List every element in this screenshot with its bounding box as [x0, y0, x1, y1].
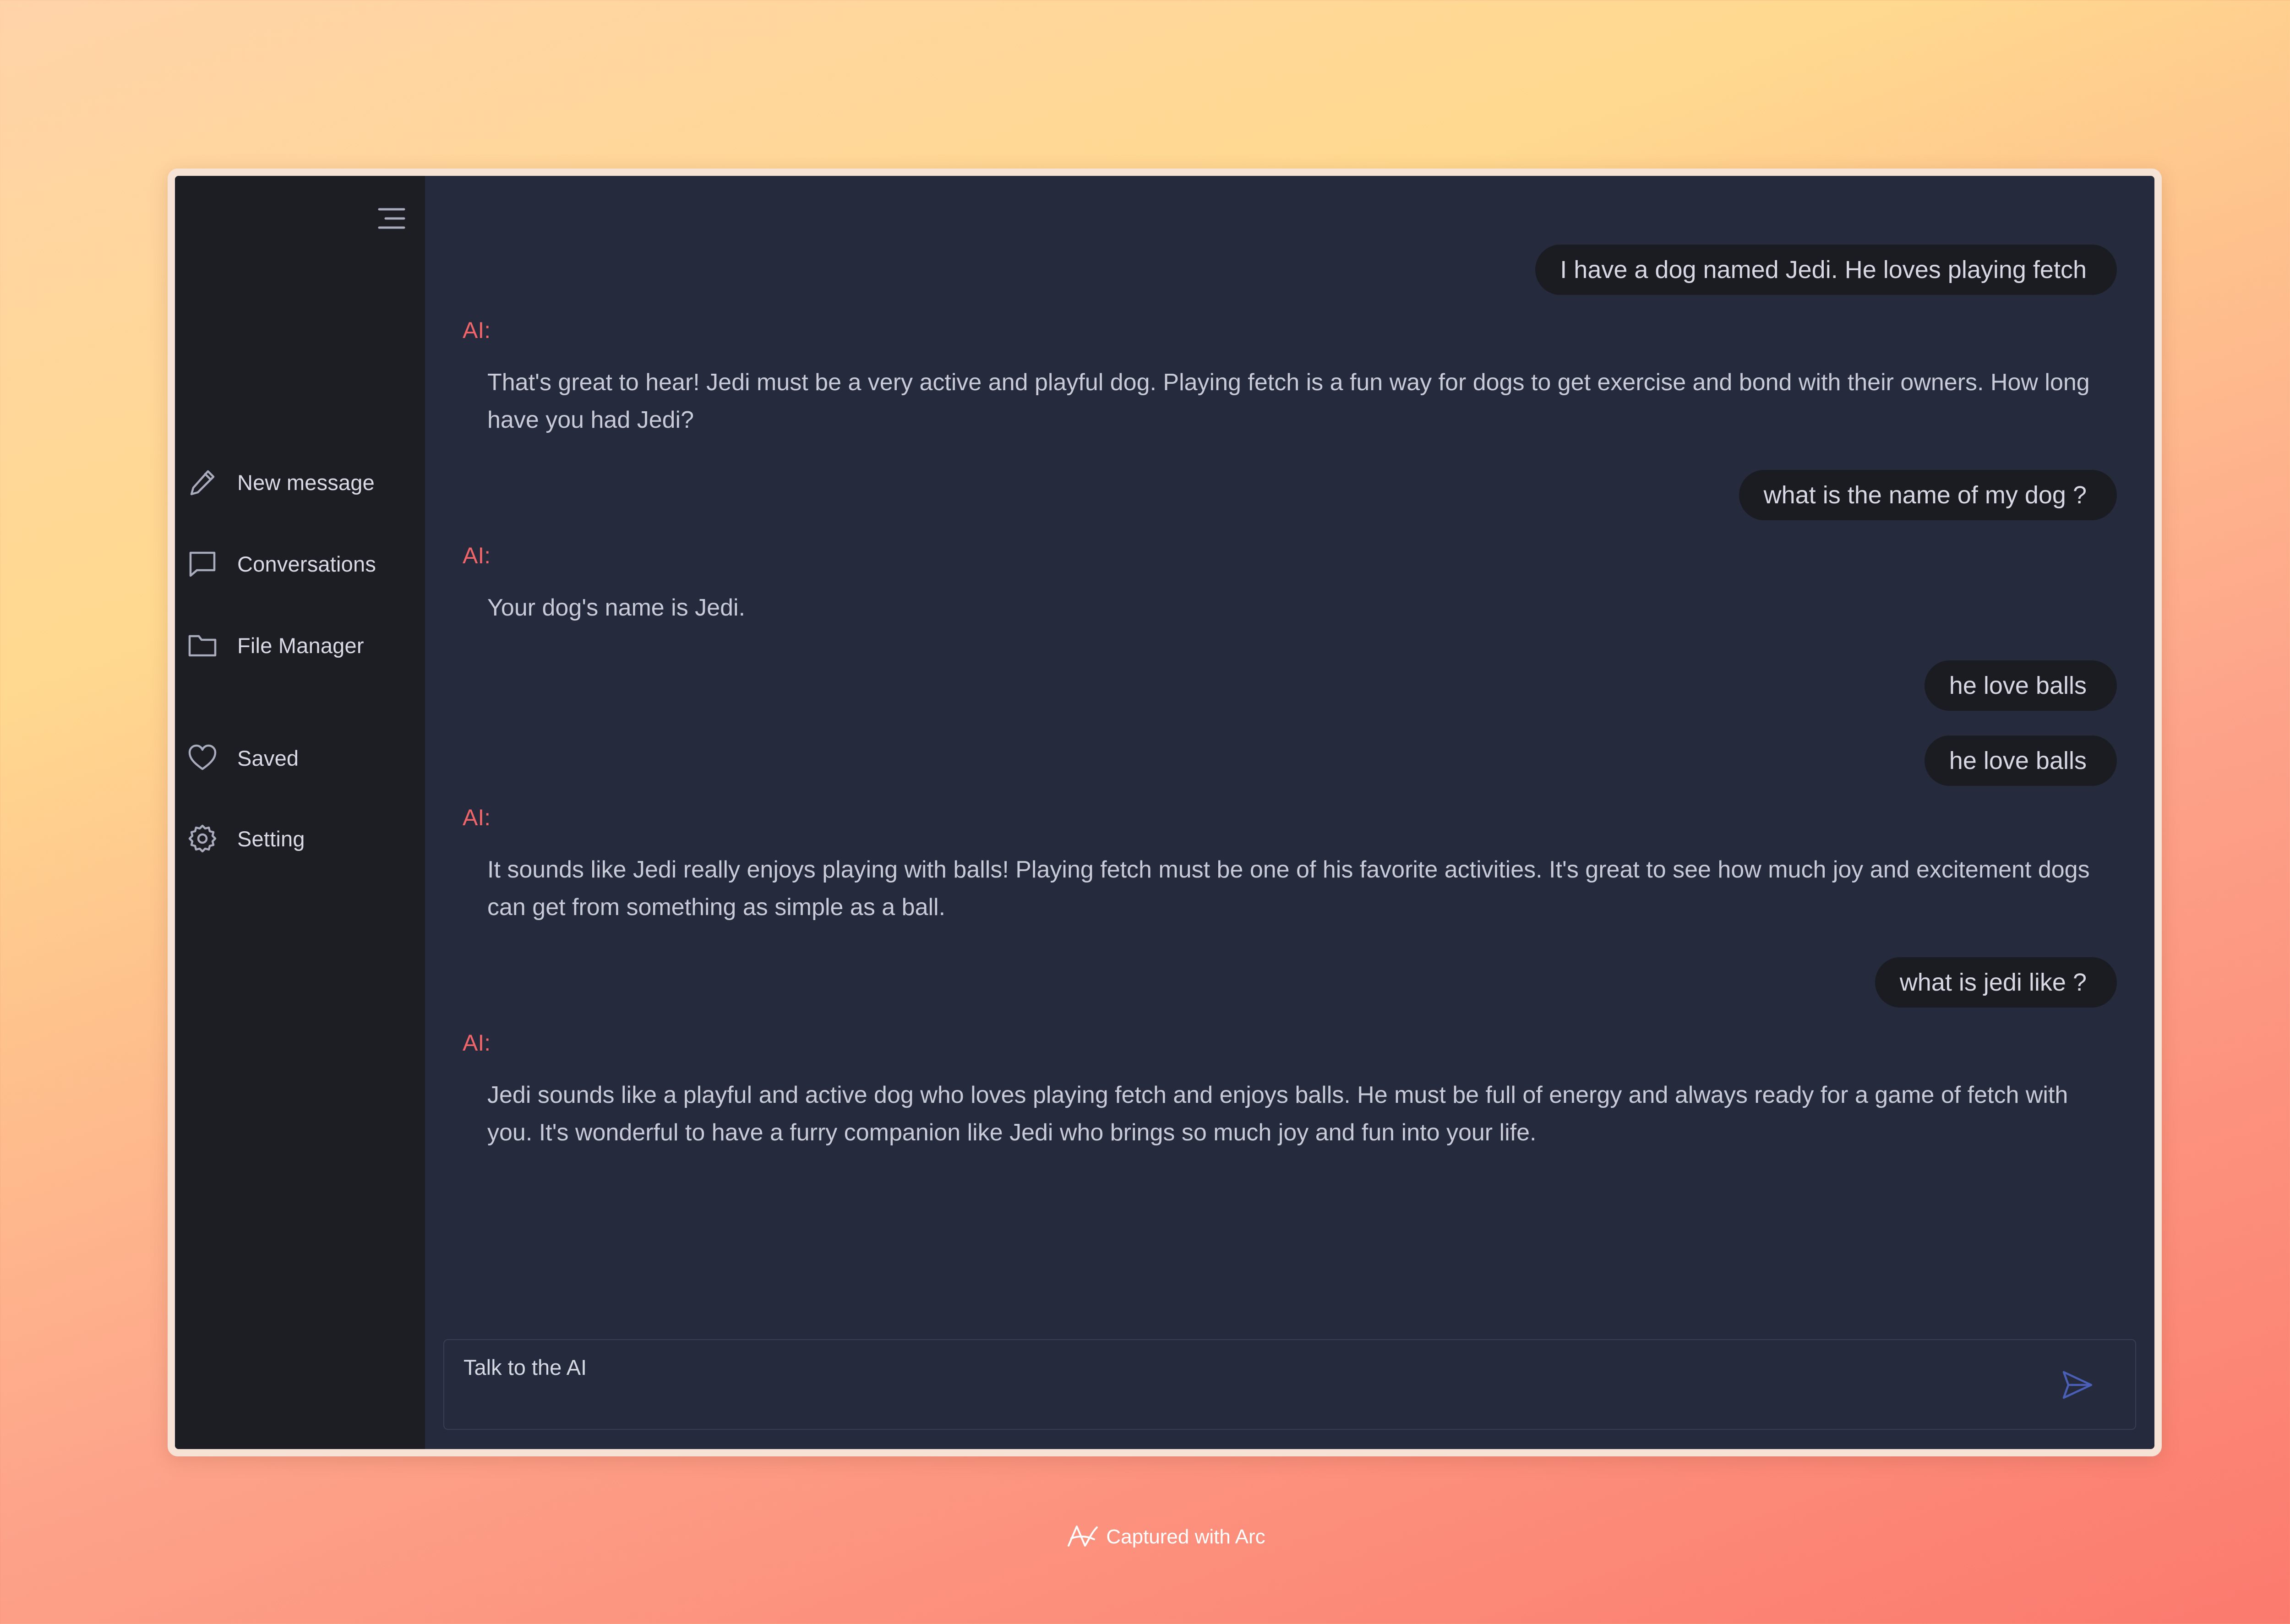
ai-message: Jedi sounds like a playful and active do…: [487, 1082, 2068, 1146]
ai-label: AI:: [463, 317, 491, 343]
user-message: what is the name of my dog ?: [1739, 470, 2117, 520]
sidebar-item-label: Conversations: [237, 551, 376, 576]
sidebar-item-label: File Manager: [237, 633, 364, 658]
sidebar-item-label: Setting: [237, 826, 305, 851]
chat-input[interactable]: [463, 1353, 1976, 1381]
chat-bubble-icon: [187, 548, 218, 579]
pencil-icon: [187, 467, 218, 498]
sidebar-item-setting[interactable]: Setting: [187, 813, 416, 864]
sidebar-item-label: New message: [237, 470, 375, 495]
user-message: he love balls: [1924, 736, 2117, 786]
capture-footer: Captured with Arc: [0, 1520, 2290, 1554]
user-message: I have a dog named Jedi. He loves playin…: [1535, 245, 2117, 295]
ai-label: AI:: [463, 1030, 491, 1056]
folder-icon: [187, 630, 218, 661]
menu-icon[interactable]: [376, 203, 407, 234]
user-message: he love balls: [1924, 660, 2117, 711]
chat-main: I have a dog named Jedi. He loves playin…: [425, 176, 2154, 1449]
sidebar-item-conversations[interactable]: Conversations: [187, 539, 416, 589]
sidebar-item-file-manager[interactable]: File Manager: [187, 620, 416, 670]
message-composer: [443, 1339, 2136, 1430]
sidebar-item-saved[interactable]: Saved: [187, 733, 416, 783]
user-message: what is jedi like ?: [1875, 957, 2117, 1008]
heart-icon: [187, 742, 218, 774]
sidebar: New message Conversations File Manager S…: [175, 176, 425, 1449]
arc-logo-icon: [1065, 1522, 1100, 1553]
gear-icon: [187, 823, 218, 854]
send-button[interactable]: [2059, 1367, 2096, 1403]
send-icon: [2062, 1371, 2093, 1399]
footer-text: Captured with Arc: [1106, 1526, 1265, 1548]
ai-message: Your dog's name is Jedi.: [487, 594, 746, 621]
ai-message: It sounds like Jedi really enjoys playin…: [487, 856, 2090, 921]
sidebar-item-label: Saved: [237, 746, 299, 770]
sidebar-item-new-message[interactable]: New message: [187, 457, 416, 507]
chat-app: New message Conversations File Manager S…: [175, 176, 2154, 1449]
ai-message: That's great to hear! Jedi must be a ver…: [487, 369, 2090, 433]
ai-label: AI:: [463, 805, 491, 830]
ai-label: AI:: [463, 543, 491, 568]
app-window-frame: New message Conversations File Manager S…: [168, 169, 2162, 1456]
